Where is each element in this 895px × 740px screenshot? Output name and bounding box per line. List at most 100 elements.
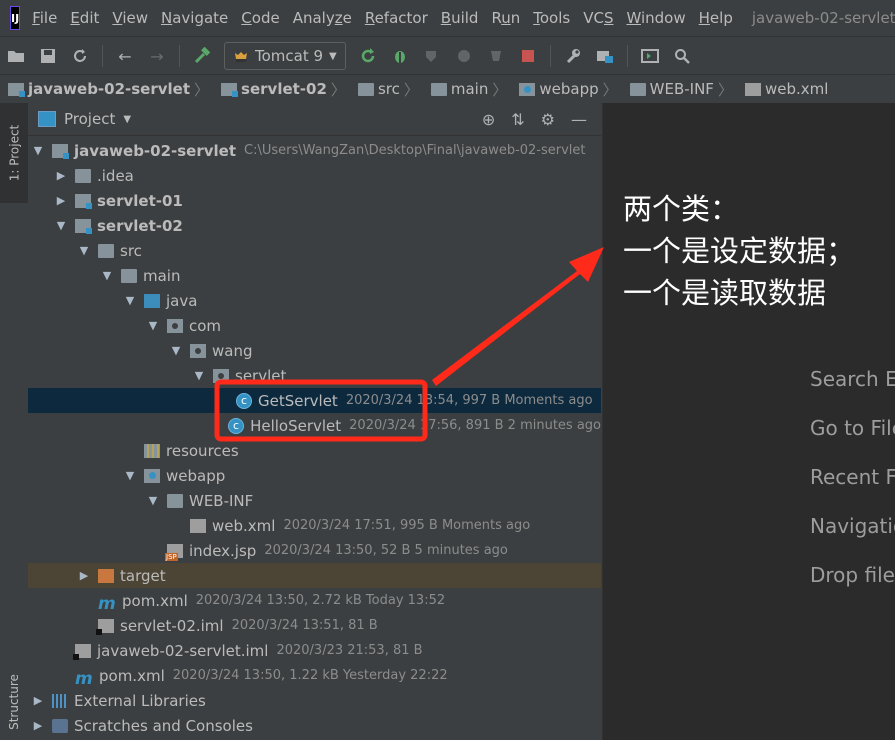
save-all-icon[interactable] bbox=[39, 47, 57, 65]
tree-node[interactable]: servlet-02.iml 2020/3/24 13:51, 81 B bbox=[28, 613, 601, 638]
tab-structure[interactable]: Structure bbox=[0, 663, 28, 740]
tree-node[interactable]: ▶ servlet-01 bbox=[28, 188, 601, 213]
tree-node[interactable]: m pom.xml 2020/3/24 13:50, 1.22 kB Yesterd… bbox=[28, 663, 601, 689]
tree-node-label: java bbox=[166, 291, 198, 310]
tree-node[interactable]: ▼ wang bbox=[28, 338, 601, 363]
folder-icon bbox=[629, 82, 646, 96]
menu-item[interactable]: Window bbox=[626, 9, 685, 27]
chevron-down-icon[interactable]: ▼ bbox=[32, 144, 44, 157]
menu-item[interactable]: File bbox=[32, 9, 57, 27]
profile-icon[interactable] bbox=[455, 47, 473, 65]
menu-item[interactable]: VCS bbox=[583, 9, 613, 27]
tree-node-label: WEB-INF bbox=[189, 491, 254, 510]
locate-file-icon[interactable]: ⊕ bbox=[482, 110, 495, 129]
build-hammer-icon[interactable] bbox=[193, 47, 211, 65]
tree-node[interactable]: ▼ javaweb-02-servlet C:\Users\WangZan\Desk… bbox=[28, 138, 601, 163]
chevron-down-icon: ▼ bbox=[123, 113, 132, 125]
collapse-all-icon[interactable]: ⇅ bbox=[511, 110, 524, 129]
chevron-down-icon[interactable]: ▼ bbox=[101, 269, 113, 282]
stop-icon[interactable] bbox=[519, 47, 537, 65]
tree-node[interactable]: javaweb-02-servlet.iml 2020/3/23 21:53, 8… bbox=[28, 638, 601, 663]
tree-node[interactable]: ▼ com bbox=[28, 313, 601, 338]
chevron-down-icon[interactable]: ▼ bbox=[124, 294, 136, 307]
menu-item[interactable]: Build bbox=[441, 9, 479, 27]
menu-item[interactable]: Refactor bbox=[365, 9, 428, 27]
breadcrumb-item[interactable]: WEB-INF 〉 bbox=[622, 79, 733, 100]
settings-wrench-icon[interactable] bbox=[564, 47, 582, 65]
breadcrumb-label: src bbox=[377, 80, 400, 98]
tree-node[interactable]: ▶ External Libraries bbox=[28, 688, 601, 713]
tree-node[interactable]: ▼ webapp bbox=[28, 463, 601, 488]
tree-node[interactable]: ▶ target bbox=[28, 563, 601, 588]
breadcrumb-item[interactable]: servlet-02 〉 bbox=[213, 79, 346, 100]
tree-node-label: resources bbox=[166, 441, 239, 460]
chevron-down-icon[interactable]: ▼ bbox=[78, 244, 90, 257]
menu-item[interactable]: View bbox=[112, 9, 148, 27]
tree-node[interactable]: ▼ java bbox=[28, 288, 601, 313]
tree-node-label: main bbox=[143, 266, 181, 285]
breadcrumb: javaweb-02-servlet 〉 servlet-02 〉 src 〉 main 〉 w… bbox=[0, 74, 895, 104]
chevron-down-icon[interactable]: ▼ bbox=[193, 369, 205, 382]
tree-node[interactable]: ▼ servlet-02 bbox=[28, 213, 601, 238]
rerun-icon[interactable] bbox=[359, 47, 377, 65]
tree-node-label: target bbox=[120, 566, 166, 585]
menu-item[interactable]: Tools bbox=[533, 9, 570, 27]
chevron-right-icon[interactable]: ▶ bbox=[55, 169, 67, 182]
sync-icon[interactable] bbox=[71, 47, 89, 65]
chevron-down-icon[interactable]: ▼ bbox=[147, 494, 159, 507]
chevron-right-icon[interactable]: ▶ bbox=[78, 569, 90, 582]
tree-node[interactable]: c HelloServlet 2020/3/24 17:56, 891 B 2 mi… bbox=[28, 413, 601, 438]
menu-item[interactable]: Help bbox=[699, 9, 733, 27]
tree-node-meta: 2020/3/24 13:50, 1.22 kB Yesterday 22:22 bbox=[172, 668, 448, 683]
breadcrumb-item[interactable]: javaweb-02-servlet 〉 bbox=[0, 79, 209, 100]
tree-node[interactable]: ▼ main bbox=[28, 263, 601, 288]
tree-node[interactable]: ▼ servlet bbox=[28, 363, 601, 388]
coverage-icon[interactable] bbox=[423, 47, 441, 65]
run-configuration-select[interactable]: Tomcat 9 ▼ bbox=[224, 42, 346, 70]
menu-item[interactable]: Run bbox=[491, 9, 520, 27]
folder-icon bbox=[75, 168, 91, 183]
web-folder-icon bbox=[519, 82, 536, 96]
forward-icon[interactable]: → bbox=[148, 47, 166, 66]
maven-icon: m bbox=[98, 593, 116, 614]
chevron-down-icon[interactable]: ▼ bbox=[147, 319, 159, 332]
chevron-right-icon[interactable]: ▶ bbox=[55, 194, 67, 207]
tree-node[interactable]: ▶ Scratches and Consoles bbox=[28, 713, 601, 738]
project-structure-icon[interactable] bbox=[596, 47, 614, 65]
tree-node[interactable]: c GetServlet 2020/3/24 13:54, 997 B Moment… bbox=[28, 388, 601, 413]
tree-node[interactable]: web.xml 2020/3/24 17:51, 995 B Moments ag… bbox=[28, 513, 601, 538]
folder-icon bbox=[167, 493, 183, 508]
tree-node[interactable]: resources bbox=[28, 438, 601, 463]
update-running-icon[interactable] bbox=[487, 47, 505, 65]
breadcrumb-item[interactable]: webapp 〉 bbox=[511, 79, 618, 100]
menu-item[interactable]: Navigate bbox=[161, 9, 228, 27]
menu-item[interactable]: Edit bbox=[70, 9, 99, 27]
back-icon[interactable]: ← bbox=[116, 47, 134, 66]
breadcrumb-label: webapp bbox=[539, 80, 599, 98]
tab-project[interactable]: 1: Project bbox=[0, 103, 28, 203]
menu-item[interactable]: Analyze bbox=[293, 9, 352, 27]
debug-bug-icon[interactable] bbox=[391, 47, 409, 65]
breadcrumb-item[interactable]: main 〉 bbox=[423, 79, 507, 100]
menu-item[interactable]: Code bbox=[241, 9, 279, 27]
tree-node-label: index.jsp bbox=[189, 541, 257, 560]
tree-node[interactable]: index.jsp 2020/3/24 13:50, 52 B 5 minutes… bbox=[28, 538, 601, 563]
chevron-right-icon[interactable]: ▶ bbox=[32, 719, 44, 732]
gear-icon[interactable]: ⚙ bbox=[541, 110, 555, 129]
tree-node[interactable]: ▼ WEB-INF bbox=[28, 488, 601, 513]
chevron-down-icon[interactable]: ▼ bbox=[124, 469, 136, 482]
run-anything-icon[interactable] bbox=[640, 47, 659, 65]
chevron-right-icon[interactable]: ▶ bbox=[32, 694, 44, 707]
open-folder-icon[interactable] bbox=[7, 47, 25, 65]
breadcrumb-item[interactable]: src 〉 bbox=[350, 79, 419, 100]
chevron-down-icon[interactable]: ▼ bbox=[170, 344, 182, 357]
tree-node[interactable]: ▼ src bbox=[28, 238, 601, 263]
tree-node[interactable]: ▶ .idea bbox=[28, 163, 601, 188]
tree-node[interactable]: m pom.xml 2020/3/24 13:50, 2.72 kB Today 1… bbox=[28, 588, 601, 614]
annotation-line: 两个类： bbox=[623, 192, 740, 226]
search-everywhere-icon[interactable] bbox=[673, 47, 691, 65]
hide-panel-icon[interactable]: — bbox=[571, 110, 587, 129]
breadcrumb-item[interactable]: web.xml bbox=[737, 80, 828, 98]
chevron-down-icon[interactable]: ▼ bbox=[55, 219, 67, 232]
project-view-select[interactable]: Project ▼ bbox=[38, 110, 131, 128]
